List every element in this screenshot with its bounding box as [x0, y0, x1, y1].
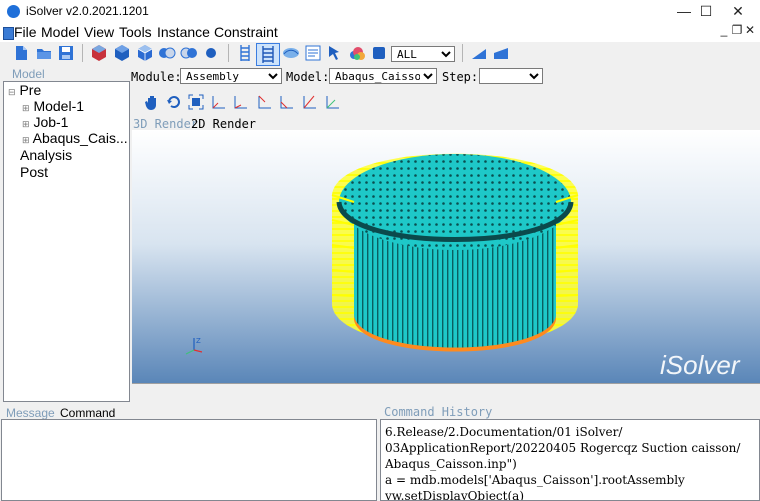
expand-icon: ⊞ — [22, 119, 30, 129]
menu-tools[interactable]: Tools — [119, 24, 152, 40]
app-logo-icon — [7, 5, 20, 18]
tab-3d-render[interactable]: 3D Render — [133, 117, 198, 131]
render-viewport[interactable]: Z iSolver — [132, 130, 760, 383]
sphere-icon[interactable] — [202, 44, 220, 62]
tree-node-label: Abaqus_Cais... — [32, 130, 128, 146]
ramp-down-icon[interactable] — [492, 44, 510, 62]
history-line: a = mdb.models['Abaqus_Caisson'].rootAss… — [385, 473, 685, 487]
pan-hand-icon[interactable] — [144, 94, 160, 110]
caisson-model — [331, 153, 579, 352]
model-tree-label: Model — [12, 67, 45, 81]
watermark-logo: iSolver — [660, 350, 741, 380]
part-cube-icon[interactable] — [90, 44, 108, 62]
document-icon — [3, 27, 14, 40]
property-icon[interactable] — [304, 44, 322, 62]
beam-icon[interactable] — [236, 44, 254, 62]
cut-icon[interactable] — [180, 44, 198, 62]
message-output[interactable] — [1, 419, 377, 501]
mdi-close-button[interactable]: ✕ — [744, 23, 756, 40]
shell-icon[interactable] — [282, 44, 300, 62]
expand-icon: ⊞ — [22, 103, 30, 113]
mdi-minimize-button[interactable]: _ — [718, 23, 730, 40]
view-left-icon[interactable] — [256, 94, 272, 110]
tree-node-label: Model-1 — [33, 98, 85, 114]
tree-node-label: Pre — [19, 82, 42, 98]
step-select[interactable] — [479, 68, 543, 84]
history-line: 6.Release/2.Documentation/01 iSolver/ — [385, 425, 623, 439]
ramp-up-icon[interactable] — [470, 44, 488, 62]
viewport-border — [132, 383, 760, 384]
history-line: vw.setDisplayObject(a) — [385, 489, 524, 501]
menu-constraint[interactable]: Constraint — [214, 24, 278, 40]
new-file-icon[interactable] — [12, 44, 30, 62]
truss-icon[interactable] — [256, 43, 280, 66]
menu-file[interactable]: File — [14, 24, 37, 40]
menu-view[interactable]: View — [84, 24, 114, 40]
view-top-icon[interactable] — [301, 94, 317, 110]
axis-z-label: Z — [196, 337, 201, 345]
tab-message[interactable]: Message — [6, 406, 55, 420]
model-label: Model: — [286, 70, 330, 84]
solid-cube-icon[interactable] — [113, 44, 131, 62]
tab-2d-render[interactable]: 2D Render — [191, 117, 256, 131]
mesh-cube-icon[interactable] — [136, 44, 154, 62]
tree-node-model-1[interactable]: ⊞ Model-1 — [22, 98, 84, 114]
model-tree: ⊟ Pre ⊞ Model-1 ⊞ Job-1 ⊞ Abaqus_Cais...… — [3, 81, 130, 402]
display-filter-select[interactable]: ALL — [391, 46, 455, 62]
rotate-icon[interactable] — [166, 94, 182, 110]
view-iso-icon[interactable] — [324, 94, 340, 110]
save-icon[interactable] — [57, 44, 75, 62]
open-folder-icon[interactable] — [35, 44, 53, 62]
module-label: Module: — [131, 70, 182, 84]
tree-node-post[interactable]: Post — [20, 164, 48, 180]
view-right-icon[interactable] — [278, 94, 294, 110]
tab-command[interactable]: Command — [60, 406, 115, 420]
close-button[interactable]: ✕ — [716, 0, 760, 23]
command-history-panel[interactable]: 6.Release/2.Documentation/01 iSolver/ 03… — [380, 419, 760, 501]
view-front-icon[interactable] — [210, 94, 226, 110]
module-select[interactable]: Assembly — [180, 68, 282, 84]
menu-instance[interactable]: Instance — [157, 24, 210, 40]
expand-icon: ⊞ — [22, 135, 30, 145]
collapse-icon: ⊟ — [8, 87, 16, 97]
contour-cloud-icon[interactable] — [348, 44, 366, 62]
toolbar-separator — [462, 44, 463, 62]
tree-node-pre[interactable]: ⊟ Pre — [8, 82, 41, 98]
command-history-label: Command History — [384, 405, 493, 419]
model-select[interactable]: Abaqus_Caisson — [329, 68, 437, 84]
history-line: 03ApplicationReport/20220405 Rogercqz Su… — [385, 441, 741, 455]
tree-node-abaqus-caisson[interactable]: ⊞ Abaqus_Cais... — [22, 130, 128, 146]
window-title: iSolver v2.0.2021.1201 — [26, 4, 149, 18]
toolbar-separator — [82, 44, 83, 62]
toolbar-separator — [228, 44, 229, 62]
fit-view-icon[interactable] — [188, 94, 204, 110]
tree-node-analysis[interactable]: Analysis — [20, 147, 72, 163]
block-icon[interactable] — [370, 44, 388, 62]
tree-node-job-1[interactable]: ⊞ Job-1 — [22, 114, 68, 130]
menu-model[interactable]: Model — [41, 24, 79, 40]
step-label: Step: — [442, 70, 479, 84]
view-back-icon[interactable] — [232, 94, 248, 110]
mdi-restore-button[interactable]: ❐ — [731, 23, 743, 40]
tree-node-label: Job-1 — [33, 114, 69, 130]
history-line: Abaqus_Caisson.inp") — [385, 457, 517, 471]
merge-icon[interactable] — [158, 44, 176, 62]
select-cursor-icon[interactable] — [326, 44, 344, 62]
